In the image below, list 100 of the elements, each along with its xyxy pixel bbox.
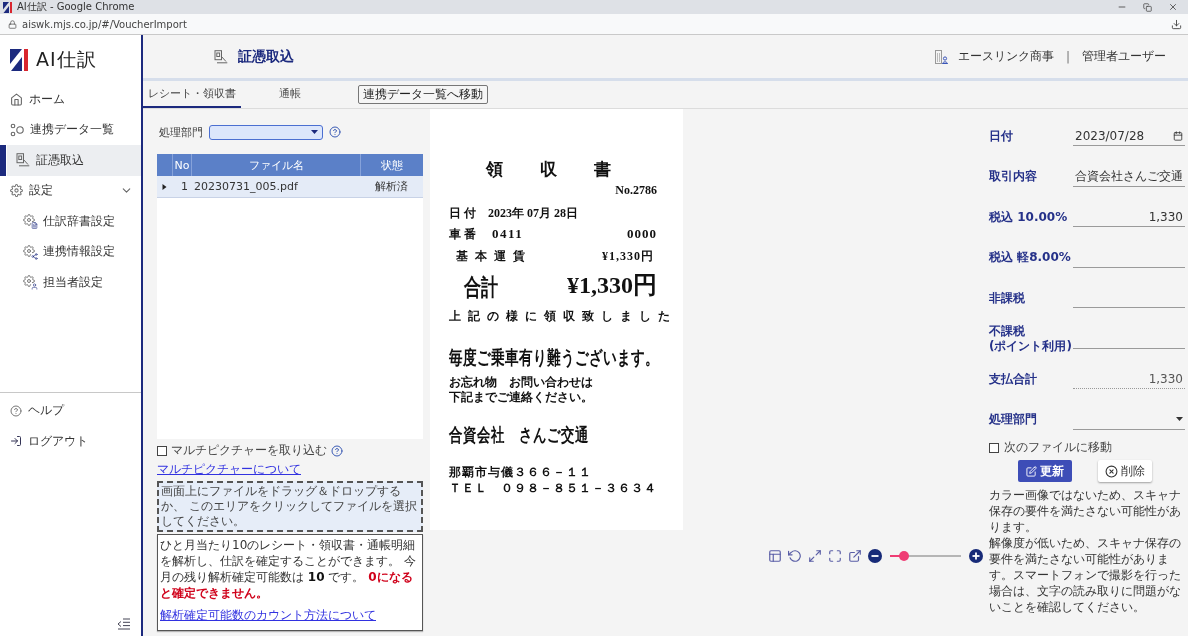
close-icon[interactable]	[1168, 2, 1178, 12]
help-icon[interactable]	[329, 126, 341, 138]
document-icon	[16, 153, 30, 168]
table-cell-text: 1	[180, 179, 189, 195]
checkbox[interactable]	[157, 445, 167, 456]
receipt-text: お忘れ物 お問い合わせは	[449, 375, 593, 390]
receipt-label: 合計	[464, 273, 498, 303]
fit-screen-icon[interactable]	[828, 549, 842, 563]
lock-icon	[8, 19, 17, 29]
caret-icon	[1176, 417, 1183, 422]
minus-circle-icon[interactable]	[868, 549, 882, 563]
delete-button[interactable]: 削除	[1097, 460, 1152, 482]
receipt-text: 上 記 の 様 に 領 収 致 し ま し た	[449, 308, 672, 324]
input-field[interactable]: 合資会社さんご交通	[1073, 166, 1185, 187]
receipt-number: No.2786	[615, 182, 657, 198]
receipt-text: 毎度ご乗車有り難うございます。	[449, 345, 659, 370]
logo-icon	[10, 48, 28, 71]
input-field: 1,330	[1073, 369, 1185, 390]
receipt-text: 下記までご連絡ください。	[449, 390, 593, 405]
page-title: 証憑取込	[238, 47, 294, 66]
table-cell-text: 20230731_005.pdf	[193, 179, 299, 195]
nodes-icon	[10, 122, 24, 137]
field-label: 不課税 (ポイント利用)	[989, 323, 1073, 354]
receipt-value: 2023年 07月 28日	[488, 205, 578, 221]
user-name: 管理者ユーザー	[1082, 48, 1166, 65]
company-name: エースリンク商事	[957, 48, 1054, 65]
warning-text: 解像度が低いため、スキャナ保存の要件を満たさない可能性があります。スマートフォンで撮影を行った場合は、文字の読み取りに問題がないことを確認してください。	[989, 535, 1182, 615]
receipt-value: 0411	[492, 226, 524, 242]
nav-item[interactable]: ヘルプ	[0, 395, 141, 426]
indent-decrease-icon[interactable]	[117, 618, 130, 630]
receipt-label: 日 付	[449, 205, 476, 221]
checkbox-label: 次のファイルに移動	[1004, 439, 1112, 456]
arrow-bracket-icon	[10, 435, 22, 448]
link[interactable]: 解析確定可能数のカウント方法について	[160, 607, 376, 624]
x-circle-icon	[1104, 464, 1118, 478]
receipt-total: ¥1,330円	[567, 271, 657, 299]
calendar-icon[interactable]	[1173, 130, 1183, 141]
field-label: 取引内容	[989, 169, 1038, 185]
document-icon	[214, 49, 228, 64]
help-icon	[10, 404, 22, 417]
nav-item[interactable]: 連携データ一覧	[0, 114, 141, 145]
receipt-label: 基 本 運 賃	[456, 248, 527, 264]
receipt-company: 合資会社 さんご交通	[449, 424, 589, 448]
link[interactable]: マルチピクチャーについて	[157, 461, 301, 478]
logo-text: AI仕訳	[36, 46, 97, 72]
nav-item[interactable]: 証憑取込	[0, 145, 141, 176]
field-label: 税込 10.00%	[989, 209, 1069, 225]
move-to-list-button[interactable]: 連携データ一覧へ移動	[358, 85, 488, 104]
home-icon	[10, 92, 23, 106]
gear-user-icon	[23, 275, 37, 290]
caret-icon	[311, 130, 318, 134]
pencil-icon	[1025, 465, 1037, 477]
table-row[interactable]: 1 20230731_005.pdf 解析済	[157, 176, 423, 198]
slider-thumb[interactable]	[899, 551, 910, 561]
restore-icon[interactable]	[1143, 2, 1152, 12]
file-dropzone[interactable]: 画面上にファイルをドラッグ＆ドロップするか、 このエリアをクリックしてファイルを選択してください。	[157, 481, 423, 532]
quota-note: ひと月当たり10のレシート・領収書・通帳明細を解析し、仕訳を確定することができます。 今月の残り解析確定可能数は 10 です。 0になると確定できません。	[160, 537, 417, 601]
resize-icon[interactable]	[808, 549, 822, 563]
url-text: aiswk.mjs.co.jp/#/VoucherImport	[22, 18, 187, 30]
layout-icon[interactable]	[768, 549, 782, 563]
rotate-icon[interactable]	[788, 549, 802, 563]
table-cell-text: 解析済	[374, 179, 409, 195]
gear-share-icon	[23, 244, 37, 259]
receipt-label: 車 番	[449, 226, 476, 242]
nav-subitem[interactable]: 連携情報設定	[0, 236, 141, 267]
checkbox-label: マルチピクチャーを取り込む	[171, 442, 327, 459]
input-field[interactable]: 1,330	[1073, 207, 1185, 228]
zoom-slider[interactable]	[890, 551, 961, 561]
update-button[interactable]: 更新	[1017, 460, 1072, 482]
window-title: AI仕訳 - Google Chrome	[17, 1, 135, 13]
field-label: 非課税	[989, 290, 1026, 306]
building-user-icon	[934, 49, 948, 64]
nav-item[interactable]: 設定	[0, 175, 141, 206]
field-label: 税込 軽8.00%	[989, 250, 1072, 266]
field-label: 処理部門	[159, 124, 203, 140]
app-logo-icon	[3, 1, 12, 13]
tab[interactable]: 通帳	[241, 81, 339, 108]
external-link-icon[interactable]	[848, 549, 862, 563]
nav-subitem[interactable]: 担当者設定	[0, 267, 141, 298]
department-select[interactable]	[209, 124, 323, 140]
plus-circle-icon[interactable]	[969, 549, 983, 563]
gear-document-icon	[23, 214, 37, 229]
date-field[interactable]: 2023/07/28	[1073, 126, 1185, 147]
field-label: 処理部門	[989, 412, 1038, 428]
tab[interactable]: レシート・領収書	[143, 81, 241, 108]
warning-text: カラー画像ではないため、スキャナ保存の要件を満たさない可能性があります。	[989, 487, 1182, 535]
receipt-phone: ＴＥＬ ０９８－８５１－３６３４	[449, 480, 657, 496]
field-label: 支払合計	[989, 371, 1038, 387]
field-label: 日付	[989, 128, 1014, 144]
settings-icon	[10, 184, 23, 198]
nav-subitem[interactable]: 仕訳辞書設定	[0, 206, 141, 237]
receipt-title: 領 収 書	[485, 160, 621, 180]
separator-text: |	[1065, 49, 1070, 64]
receipt-address: 那覇市与儀３６６－１１	[449, 464, 592, 480]
download-icon[interactable]	[1171, 18, 1182, 30]
nav-item[interactable]: ログアウト	[0, 426, 141, 457]
help-icon[interactable]	[331, 444, 343, 457]
checkbox[interactable]	[989, 442, 999, 453]
nav-item[interactable]: ホーム	[0, 84, 141, 115]
expand-caret-icon[interactable]	[162, 183, 167, 190]
